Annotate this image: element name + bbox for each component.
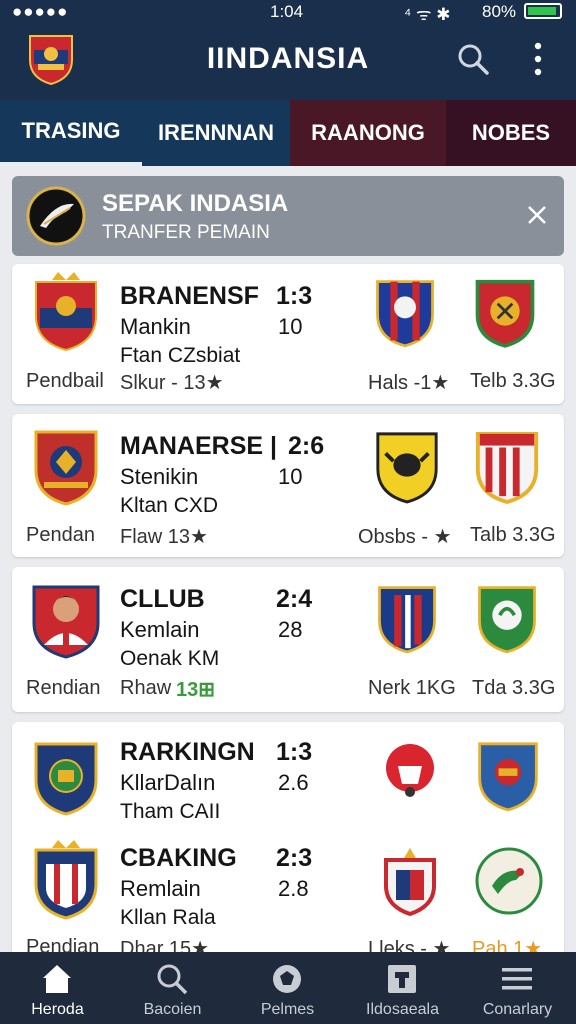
nav-teams[interactable]: Ildosaeala (345, 952, 460, 1024)
tab-label: TRASING (21, 118, 121, 143)
player-detail: Oenak KM (120, 647, 220, 670)
team-name: BRANENSF (120, 282, 259, 310)
footer-stat-2: Talb 3.3G (470, 524, 556, 546)
team-name: CLLUB (120, 585, 205, 613)
footer-label: Pendan (26, 524, 95, 546)
opponent-crest-icon (475, 431, 539, 504)
nav-home[interactable]: Heroda (0, 952, 115, 1024)
home-icon (43, 965, 71, 993)
player-name: Stenikin (120, 464, 199, 489)
player-name: Kemlain (120, 617, 200, 642)
signal-indicator: ●●●●● (12, 2, 69, 21)
nav-label: Bacoien (143, 1001, 202, 1018)
team-crest-icon (34, 742, 98, 816)
ball-icon (273, 965, 301, 993)
search-icon[interactable] (456, 42, 490, 76)
opponent-crest-icon (376, 280, 434, 348)
footer-rating: Slkur - 13★ (120, 372, 224, 394)
match-score: 2:4 (276, 585, 313, 613)
player-value: 28 (278, 617, 303, 642)
match-card[interactable]: RARKINGN 1:3 KllarDalın 2.6 Tham CAII CB… (12, 722, 564, 962)
match-card[interactable]: MANAERSE | 2:6 Stenikin 10 Kltan CXD Pen… (12, 414, 564, 557)
team-name: RARKINGN (120, 738, 255, 766)
banner-title: SEPAK INDASIA (102, 190, 289, 217)
more-options-icon[interactable] (530, 40, 546, 78)
nav-menu[interactable]: Conarlary (460, 952, 575, 1024)
match-score: 1:3 (276, 282, 313, 310)
opponent-crest-icon (386, 744, 434, 797)
battery-icon (524, 3, 562, 19)
news-banner[interactable]: SEPAK INDASIA TRANFER PEMAIN (12, 176, 564, 256)
tab-trasing[interactable]: TRASING (0, 100, 142, 166)
nav-label: Heroda (31, 1001, 84, 1018)
nav-players[interactable]: Pelmes (230, 952, 345, 1024)
tab-label: NOBES (471, 120, 551, 145)
app-header: IINDANSIA (0, 22, 576, 100)
nav-search[interactable]: Bacoien (115, 952, 230, 1024)
opponent-crest-icon (384, 848, 436, 916)
player-name: KllarDalın (120, 770, 216, 795)
bottom-nav: Heroda Bacoien Pelmes Ildosaeala Conarla… (0, 952, 576, 1024)
status-bar: ●●●●● 1:04 ⁴ ᯤ ✱ 80% (0, 0, 576, 24)
opponent-crest-icon (475, 279, 535, 348)
footer-label: Rendian (26, 677, 101, 699)
footer-rating: Flaw 13★ (120, 526, 208, 548)
tab-label: IRENNNAN (157, 120, 275, 145)
tab-irennnan[interactable]: IRENNNAN (142, 100, 290, 166)
player-detail: Kltan CXD (120, 494, 219, 517)
nav-label: Conarlary (482, 1001, 553, 1018)
match-card[interactable]: CLLUB 2:4 Kemlain 28 Oenak KM Rendian Rh… (12, 567, 564, 712)
nav-label: Pelmes (260, 1001, 315, 1018)
footer-stat: Nerk 1KG (368, 677, 456, 699)
player-name: Remlain (120, 876, 201, 901)
match-card[interactable]: BRANENSF 1:3 Mankin 10 Ftan CZsbiat Pend… (12, 264, 564, 404)
player-detail: Ftan CZsbiat (120, 344, 241, 367)
player-name: Mankin (120, 314, 191, 339)
footer-label: Pendbail (26, 370, 104, 392)
footer-stat: Hals -1★ (368, 372, 450, 394)
opponent-crest-icon (478, 742, 538, 812)
tab-bar: TRASING IRENNNAN RAANONG NOBES (0, 100, 576, 166)
footer-rating: Rhaw (120, 677, 172, 699)
banner-subtitle: TRANFER PEMAIN (102, 222, 270, 243)
team-name: CBAKING (120, 844, 237, 872)
player-avatar (32, 585, 100, 659)
player-value: 2.6 (278, 770, 309, 795)
nav-label: Ildosaeala (366, 1001, 439, 1018)
player-value: 10 (278, 314, 303, 339)
opponent-crest-icon (378, 586, 436, 654)
search-icon (157, 964, 188, 995)
player-value: 2.8 (278, 876, 309, 901)
match-score: 2:3 (276, 844, 313, 872)
close-icon[interactable] (526, 204, 548, 226)
opponent-crest-icon (478, 586, 536, 654)
team-crest-icon (35, 272, 97, 352)
footer-rating-value: 13⊞ (176, 679, 216, 701)
team-name: MANAERSE | (120, 432, 278, 460)
tab-label: RAANONG (311, 120, 425, 145)
match-score: 2:6 (288, 432, 325, 460)
opponent-crest-icon (475, 847, 543, 915)
status-time: 1:04 (270, 2, 304, 21)
tab-raanong[interactable]: RAANONG (290, 100, 446, 166)
battery-percent: 80% (482, 2, 517, 21)
league-emblem-icon (26, 186, 86, 246)
player-detail: Tham CAII (120, 800, 221, 823)
opponent-crest-icon (376, 432, 438, 504)
player-detail: Kllan Rala (120, 906, 216, 929)
menu-icon (502, 968, 532, 990)
player-value: 10 (278, 464, 303, 489)
footer-stat: Obsbs - ★ (358, 526, 452, 548)
match-score: 1:3 (276, 738, 313, 766)
team-crest-icon (34, 840, 98, 920)
jersey-icon (388, 965, 416, 993)
tab-nobes[interactable]: NOBES (446, 100, 576, 166)
footer-stat-2: Tda 3.3G (472, 677, 556, 699)
team-crest-icon (34, 430, 98, 506)
footer-stat-2: Telb 3.3G (470, 370, 556, 392)
